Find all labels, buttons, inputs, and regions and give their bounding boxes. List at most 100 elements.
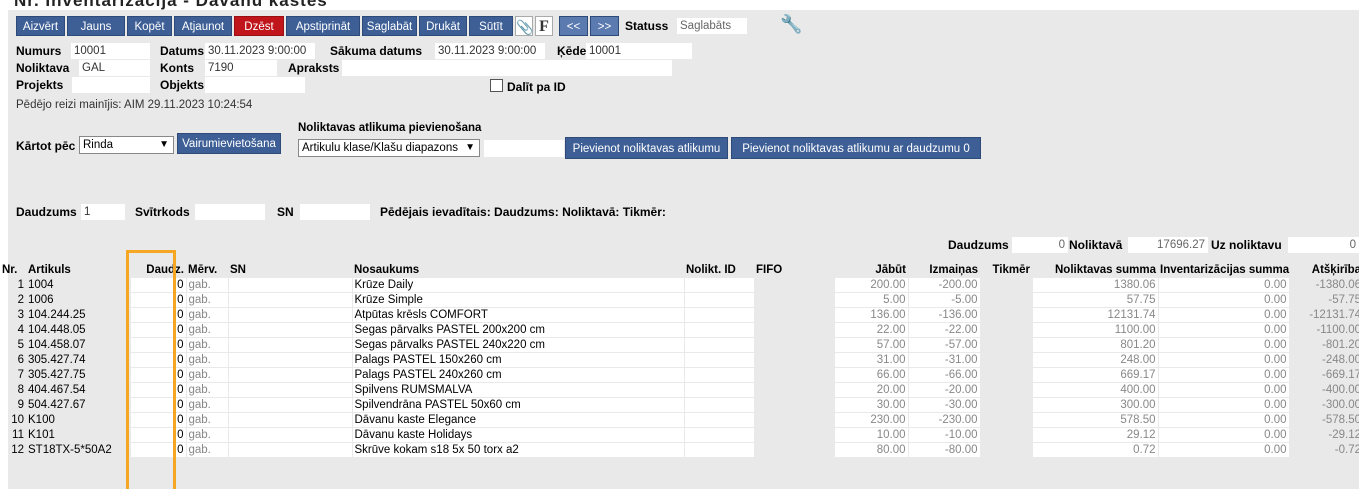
svitrkods-field[interactable] [195, 204, 265, 220]
cell-nosaukums[interactable]: Dāvanu kaste Holidays [351, 427, 685, 443]
cell-inventarizacijas-summa[interactable]: 0.00 [1157, 352, 1290, 368]
cell-jabut[interactable]: 80.00 [833, 442, 909, 458]
apraksts-field[interactable] [342, 60, 672, 76]
cell-noliktavas-summa[interactable]: 1380.06 [1031, 277, 1159, 293]
cell-nolikt-id[interactable] [683, 322, 755, 338]
column-header-nolikt-id[interactable]: Nolikt. ID [684, 262, 754, 278]
cell-inventarizacijas-summa[interactable]: 0.00 [1157, 397, 1290, 413]
cell-merv[interactable]: gab. [185, 427, 229, 443]
cell-noliktavas-summa[interactable]: 248.00 [1031, 352, 1159, 368]
cell-daudz[interactable]: 0 [129, 337, 187, 353]
cell-nosaukums[interactable]: Segas pārvalks PASTEL 240x220 cm [351, 337, 685, 353]
datums-field[interactable]: 30.11.2023 9:00:00 [205, 43, 315, 59]
cell-inventarizacijas-summa[interactable]: 0.00 [1157, 277, 1290, 293]
cell-nolikt-id[interactable] [683, 397, 755, 413]
cell-sn[interactable] [227, 442, 353, 458]
cell-nolikt-id[interactable] [683, 337, 755, 353]
cell-sn[interactable] [227, 292, 353, 308]
cell-izmainas[interactable]: -22.00 [907, 322, 981, 338]
cell-izmainas[interactable]: -66.00 [907, 367, 981, 383]
cell-noliktavas-summa[interactable]: 57.75 [1031, 292, 1159, 308]
cell-nosaukums[interactable]: Segas pārvalks PASTEL 200x200 cm [351, 322, 685, 338]
cell-sn[interactable] [227, 307, 353, 323]
cell-merv[interactable]: gab. [185, 292, 229, 308]
cell-noliktavas-summa[interactable]: 1100.00 [1031, 322, 1159, 338]
cell-jabut[interactable]: 30.00 [833, 397, 909, 413]
cell-izmainas[interactable]: -10.00 [907, 427, 981, 443]
column-header-atskiriba[interactable]: Atšķirība [1289, 262, 1359, 278]
cell-daudz[interactable]: 0 [129, 427, 187, 443]
cell-nosaukums[interactable]: Dāvanu kaste Elegance [351, 412, 685, 428]
cell-nosaukums[interactable]: Spilvens RUMSMALVA [351, 382, 685, 398]
paperclip-icon[interactable]: 📎 [515, 16, 533, 36]
column-header-daudz[interactable]: Daudz. [130, 262, 186, 278]
column-header-fifo[interactable]: FIFO [754, 262, 834, 278]
cell-nosaukums[interactable]: Palags PASTEL 240x260 cm [351, 367, 685, 383]
cell-izmainas[interactable]: -136.00 [907, 307, 981, 323]
vairumievietosana-button[interactable]: Vairumievietošana [177, 133, 281, 154]
cell-inventarizacijas-summa[interactable]: 0.00 [1157, 427, 1290, 443]
cell-nolikt-id[interactable] [683, 352, 755, 368]
cell-sn[interactable] [227, 367, 353, 383]
cell-daudz[interactable]: 0 [129, 367, 187, 383]
cell-daudz[interactable]: 0 [129, 382, 187, 398]
cell-jabut[interactable]: 5.00 [833, 292, 909, 308]
cell-nolikt-id[interactable] [683, 412, 755, 428]
projekts-field[interactable] [72, 77, 150, 93]
cell-merv[interactable]: gab. [185, 367, 229, 383]
column-header-izmainas[interactable]: Izmaiņas [908, 262, 980, 278]
klase-select[interactable]: Artikulu klase/Klašu diapazons ▼ [298, 139, 480, 157]
cell-inventarizacijas-summa[interactable]: 0.00 [1157, 292, 1290, 308]
cell-noliktavas-summa[interactable]: 801.20 [1031, 337, 1159, 353]
cell-izmainas[interactable]: -31.00 [907, 352, 981, 368]
column-header-jabut[interactable]: Jābūt [834, 262, 908, 278]
cell-sn[interactable] [227, 322, 353, 338]
cell-merv[interactable]: gab. [185, 352, 229, 368]
cell-merv[interactable]: gab. [185, 337, 229, 353]
column-header-nosaukums[interactable]: Nosaukums [352, 262, 684, 278]
cell-nosaukums[interactable]: Spilvendrāna PASTEL 50x60 cm [351, 397, 685, 413]
next-button[interactable]: >> [590, 16, 619, 36]
cell-daudz[interactable]: 0 [129, 322, 187, 338]
cell-daudz[interactable]: 0 [129, 352, 187, 368]
cell-izmainas[interactable]: -230.00 [907, 412, 981, 428]
cell-izmainas[interactable]: -57.00 [907, 337, 981, 353]
cell-inventarizacijas-summa[interactable]: 0.00 [1157, 337, 1290, 353]
cell-noliktavas-summa[interactable]: 29.12 [1031, 427, 1159, 443]
cell-jabut[interactable]: 22.00 [833, 322, 909, 338]
cell-nolikt-id[interactable] [683, 442, 755, 458]
cell-merv[interactable]: gab. [185, 382, 229, 398]
column-header-sn[interactable]: SN [228, 262, 352, 278]
cell-noliktavas-summa[interactable]: 669.17 [1031, 367, 1159, 383]
cell-nolikt-id[interactable] [683, 292, 755, 308]
delete-button[interactable]: Dzēst [234, 16, 284, 36]
cell-inventarizacijas-summa[interactable]: 0.00 [1157, 307, 1290, 323]
cell-sn[interactable] [227, 337, 353, 353]
column-header-inventarizacijas-summa[interactable]: Inventarizācijas summa [1158, 262, 1289, 278]
cell-jabut[interactable]: 66.00 [833, 367, 909, 383]
cell-noliktavas-summa[interactable]: 300.00 [1031, 397, 1159, 413]
cell-nolikt-id[interactable] [683, 307, 755, 323]
cell-izmainas[interactable]: -5.00 [907, 292, 981, 308]
cell-inventarizacijas-summa[interactable]: 0.00 [1157, 442, 1290, 458]
cell-noliktavas-summa[interactable]: 400.00 [1031, 382, 1159, 398]
save-button[interactable]: Saglabāt [362, 16, 417, 36]
cell-jabut[interactable]: 136.00 [833, 307, 909, 323]
cell-sn[interactable] [227, 352, 353, 368]
cell-daudz[interactable]: 0 [129, 277, 187, 293]
cell-merv[interactable]: gab. [185, 307, 229, 323]
kede-field[interactable]: 10001 [586, 43, 692, 59]
cell-jabut[interactable]: 57.00 [833, 337, 909, 353]
cell-nosaukums[interactable]: Krūze Simple [351, 292, 685, 308]
cell-merv[interactable]: gab. [185, 442, 229, 458]
sn-field[interactable] [300, 204, 370, 220]
cell-jabut[interactable]: 10.00 [833, 427, 909, 443]
noliktava-field[interactable]: GAL [79, 60, 150, 76]
cell-inventarizacijas-summa[interactable]: 0.00 [1157, 382, 1290, 398]
cell-jabut[interactable]: 31.00 [833, 352, 909, 368]
column-header-artikuls[interactable]: Artikuls [26, 262, 130, 278]
send-button[interactable]: Sūtīt [469, 16, 513, 36]
cell-nosaukums[interactable]: Krūze Daily [351, 277, 685, 293]
cell-merv[interactable]: gab. [185, 277, 229, 293]
cell-daudz[interactable]: 0 [129, 397, 187, 413]
